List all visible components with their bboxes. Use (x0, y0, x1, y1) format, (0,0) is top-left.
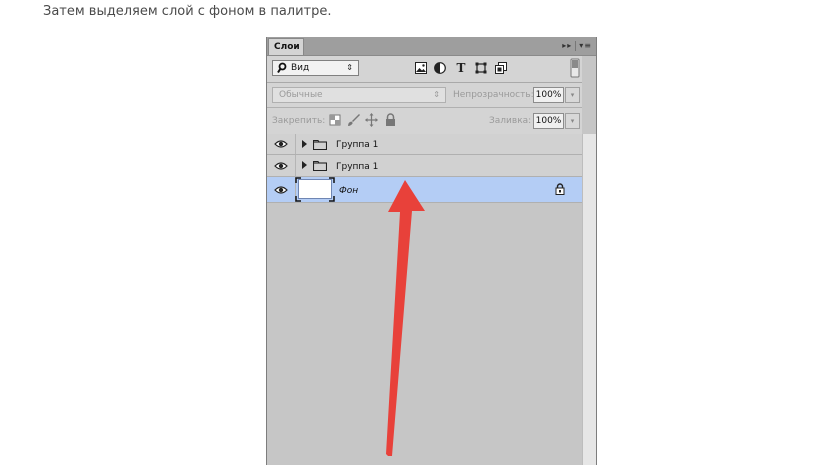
lock-image-pixels-icon[interactable] (347, 113, 360, 127)
filter-toggle-switch[interactable] (570, 58, 580, 78)
panel-tab-bar: Слои ▸▸ ▾≡ (267, 37, 596, 56)
eye-icon[interactable] (274, 161, 288, 171)
fill-label: Заливка: (489, 116, 532, 126)
lock-position-icon[interactable] (365, 113, 378, 127)
layer-name: Группа 1 (336, 162, 379, 172)
lock-icon (555, 183, 565, 195)
folder-icon (313, 160, 327, 171)
layers-panel: Слои ▸▸ ▾≡ Вид ⇕ T Обычные ⇕ Непрозрачно… (266, 37, 597, 465)
disclosure-triangle-icon[interactable] (302, 140, 307, 148)
lock-all-icon[interactable] (384, 113, 397, 127)
caption-text: Затем выделяем слой с фоном в палитре. (43, 4, 332, 19)
layers-scrollbar[interactable] (582, 134, 596, 465)
panel-tab-tools: ▸▸ ▾≡ (562, 39, 592, 52)
collapse-panel-button[interactable]: ▸▸ (562, 41, 572, 50)
chevron-updown-icon: ⇕ (346, 63, 353, 72)
opacity-dropdown-button[interactable]: ▾ (565, 87, 580, 103)
blend-row: Обычные ⇕ Непрозрачность: 100% ▾ (267, 83, 582, 108)
layer-row-background[interactable]: Фон (267, 177, 582, 203)
layer-name: Группа 1 (336, 140, 379, 150)
disclosure-triangle-icon[interactable] (302, 161, 307, 169)
blend-mode-label: Обычные (279, 90, 323, 100)
filter-kind-select[interactable]: Вид ⇕ (272, 60, 359, 76)
adjustment-filter-icon[interactable] (433, 60, 447, 76)
lock-transparent-pixels-icon[interactable] (329, 113, 342, 127)
lock-row: Закрепить: Заливка: 100% ▾ (267, 108, 582, 135)
type-filter-icon[interactable]: T (454, 60, 468, 76)
opacity-field[interactable]: 100% (533, 87, 564, 103)
filter-row: Вид ⇕ T (267, 56, 582, 83)
thumbnail-selection-frame (295, 177, 335, 202)
image-filter-icon[interactable] (414, 60, 428, 76)
layer-name: Фон (339, 186, 359, 196)
folder-icon (313, 139, 327, 150)
tab-layers[interactable]: Слои (268, 38, 304, 55)
blend-mode-select[interactable]: Обычные ⇕ (272, 87, 446, 103)
fill-field[interactable]: 100% (533, 113, 564, 129)
panel-menu-button[interactable]: ▾≡ (579, 41, 592, 50)
tab-tools-separator (575, 40, 577, 51)
eye-icon[interactable] (274, 185, 288, 195)
eye-column-separator (295, 155, 296, 176)
layer-row-group[interactable]: Группа 1 (267, 155, 582, 177)
opacity-label: Непрозрачность: (453, 90, 534, 100)
smart-object-filter-icon[interactable] (494, 60, 508, 76)
search-icon (277, 62, 287, 74)
fill-dropdown-button[interactable]: ▾ (565, 113, 580, 129)
eye-column-separator (295, 134, 296, 154)
layer-row-group[interactable]: Группа 1 (267, 134, 582, 155)
chevron-updown-icon: ⇕ (433, 90, 440, 99)
shape-filter-icon[interactable] (474, 60, 488, 76)
eye-icon[interactable] (274, 139, 288, 149)
lock-label: Закрепить: (272, 116, 326, 126)
filter-kind-label: Вид (291, 63, 310, 73)
